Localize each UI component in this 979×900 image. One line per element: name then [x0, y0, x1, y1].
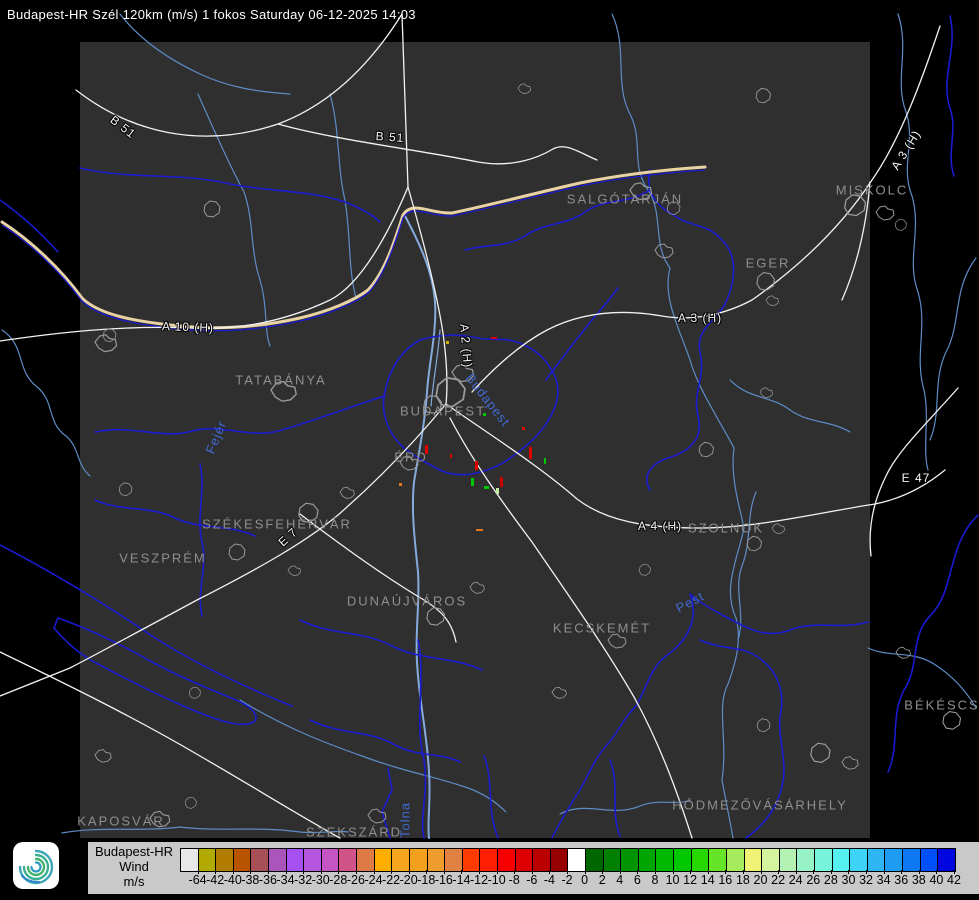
legend-cell: [181, 849, 199, 871]
legend-cell: [304, 849, 322, 871]
legend-cell: [339, 849, 358, 871]
legend-cell: [550, 849, 569, 871]
radar-echo: [450, 454, 452, 458]
county-label: Tolna: [397, 801, 413, 839]
met-service-logo: [13, 842, 59, 889]
legend-cell: [409, 849, 428, 871]
legend-brand-line3: m/s: [123, 874, 145, 889]
city-label-dunajvros: DUNAÚJVÁROS: [346, 593, 468, 609]
legend-cell: [638, 849, 657, 871]
legend-cell: [269, 849, 287, 871]
legend-cell: [586, 849, 604, 871]
radar-app-window: SALGÓTARJÁN MISKOLC EGER TATABÁNYA BUDAPEST É…: [0, 0, 979, 900]
legend-brand-line1: Budapest-HR: [94, 844, 174, 859]
legend-cell: [480, 849, 498, 871]
city-label-rd: ÉRD: [394, 449, 428, 465]
legend-cell: [920, 849, 939, 871]
city-label-hdmezvsrhely: HÓDMEZŐVÁSÁRHELY: [672, 797, 848, 813]
legend-cell: [797, 849, 815, 871]
legend-cell: [198, 849, 217, 871]
legend-cell: [462, 849, 481, 871]
radar-echo: [475, 461, 478, 470]
colorbar-tick-label: 42: [947, 873, 961, 887]
legend-cell: [850, 849, 868, 871]
radar-echo: [496, 488, 499, 494]
spiral-icon: [18, 849, 54, 884]
legend-cell: [902, 849, 921, 871]
radar-echo: [399, 483, 402, 486]
radar-echo: [446, 341, 449, 344]
city-label-kaposvr: KAPOSVÁR: [77, 813, 165, 829]
legend-cell: [885, 849, 903, 871]
legend-cell: [726, 849, 745, 871]
legend-cell: [603, 849, 622, 871]
radar-echo: [491, 337, 497, 339]
radar-echo: [529, 447, 532, 459]
city-label-budapest: BUDAPEST: [399, 403, 487, 419]
legend-cell: [779, 849, 798, 871]
radar-echo: [471, 478, 474, 486]
legend-cell: [321, 849, 340, 871]
legend-cell: [427, 849, 446, 871]
legend-cell: [497, 849, 516, 871]
legend-cell: [621, 849, 639, 871]
city-label-szkesfehrvr: SZÉKESFEHÉRVÁR: [202, 516, 352, 532]
radar-echo: [484, 486, 489, 489]
wind-speed-colorbar: [180, 848, 956, 872]
road-label: A 4 (H): [637, 519, 683, 533]
radar-echo: [500, 477, 503, 487]
legend-cell: [357, 849, 375, 871]
legend-cell: [867, 849, 886, 871]
legend-cell: [709, 849, 727, 871]
city-label-veszprm: VESZPRÉM: [119, 550, 207, 566]
legend-cell: [233, 849, 252, 871]
city-label-tatabnya: TATABÁNYA: [235, 372, 327, 388]
city-label-szolnok: SZOLNOK: [687, 520, 765, 536]
legend-cell: [286, 849, 305, 871]
legend-cell: [374, 849, 393, 871]
legend-cell: [515, 849, 534, 871]
legend-cell: [814, 849, 833, 871]
city-label-szekszrd: SZEKSZÁRD: [305, 824, 403, 840]
legend-cell: [445, 849, 463, 871]
wind-radar-map: [0, 0, 979, 900]
city-label-kecskemt: KECSKEMÉT: [552, 620, 652, 636]
legend-cell: [744, 849, 763, 871]
legend-cell: [568, 849, 587, 871]
legend-cell: [832, 849, 851, 871]
radar-echo: [544, 458, 546, 464]
legend-cell: [656, 849, 675, 871]
legend-cell: [216, 849, 234, 871]
city-label-bkscsaba: BÉKÉSCSABA: [904, 697, 979, 713]
radar-echo: [522, 427, 525, 430]
city-label-eger: EGER: [745, 255, 791, 271]
legend-cell: [533, 849, 551, 871]
legend-brand-line2: Wind: [119, 859, 149, 874]
legend-cell: [691, 849, 710, 871]
legend-brand: Budapest-HR Wind m/s: [90, 844, 178, 889]
legend-cell: [938, 849, 955, 871]
legend-cell: [674, 849, 692, 871]
road-label: A 10 (H): [161, 319, 215, 335]
legend-cell: [251, 849, 270, 871]
city-label-miskolc: MISKOLC: [835, 182, 909, 198]
map-title: Budapest-HR Szél 120km (m/s) 1 fokos Sat…: [7, 7, 416, 22]
road-label: A 3 (H): [677, 311, 723, 325]
radar-echo: [476, 529, 483, 531]
road-label: E 47: [901, 471, 931, 485]
city-label-salgtarjn: SALGÓTARJÁN: [566, 191, 684, 207]
legend-cell: [762, 849, 780, 871]
legend-cell: [392, 849, 410, 871]
road-label: B 51: [375, 129, 405, 145]
